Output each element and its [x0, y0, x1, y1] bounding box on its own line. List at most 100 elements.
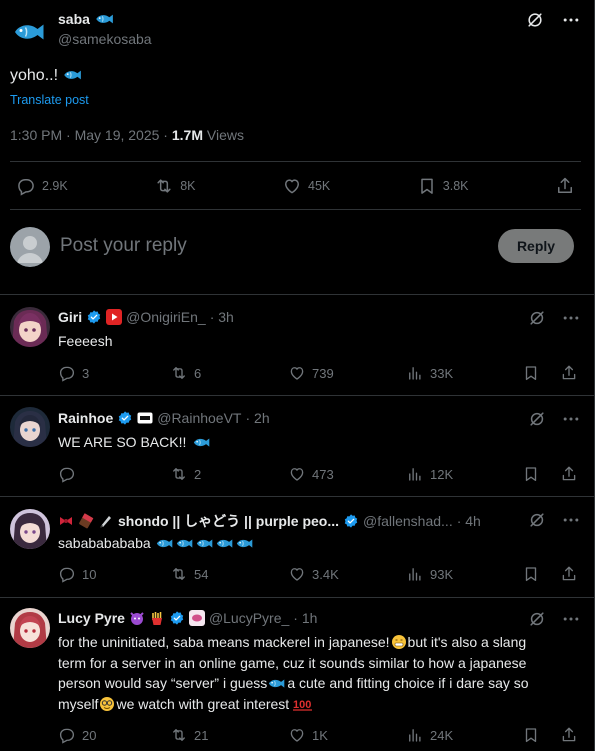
- reply-time[interactable]: · 2h: [246, 410, 270, 426]
- like-count: 45K: [308, 179, 331, 193]
- default-avatar-icon: [10, 227, 50, 267]
- reply-author-handle[interactable]: @OnigiriEn_: [126, 309, 206, 325]
- reply-item[interactable]: Rainhoe @RainhoeVT · 2h WE ARE SO BACK!!…: [0, 396, 595, 496]
- reply-author-name[interactable]: shondo || しゃどう || purple peo...: [118, 511, 339, 531]
- like-count: 1K: [312, 727, 328, 743]
- repost-button[interactable]: 21: [170, 726, 288, 744]
- more-icon[interactable]: [561, 10, 581, 30]
- avatar[interactable]: [10, 509, 50, 549]
- more-icon[interactable]: [561, 510, 581, 530]
- reply-time[interactable]: · 3h: [210, 309, 234, 325]
- share-icon[interactable]: [560, 465, 578, 483]
- reply-input[interactable]: Post your reply: [60, 235, 187, 257]
- views-icon: [406, 364, 424, 382]
- repost-count: 2: [194, 466, 202, 482]
- post-thread: saba @samekosaba yoho..! Translate post …: [0, 0, 595, 751]
- reply-author-handle[interactable]: @fallenshad...: [363, 513, 453, 529]
- reply-composer: Post your reply Reply: [0, 210, 595, 295]
- verified-badge-icon[interactable]: [86, 309, 102, 325]
- avatar[interactable]: [10, 407, 50, 447]
- like-button[interactable]: 45K: [282, 176, 330, 196]
- like-button[interactable]: 473: [288, 465, 406, 483]
- reply-text-content: sabababababa: [58, 535, 151, 551]
- bookmark-icon[interactable]: [522, 726, 540, 744]
- reply-item[interactable]: Lucy Pyre @LucyPyre_ · 1h for the uninit…: [0, 598, 595, 751]
- repost-count: 21: [194, 727, 209, 743]
- translate-link[interactable]: Translate post: [10, 93, 89, 107]
- reply-item[interactable]: shondo || しゃどう || purple peo... @fallens…: [0, 497, 595, 597]
- reply-button[interactable]: 2.9K: [16, 176, 68, 196]
- share-icon[interactable]: [560, 364, 578, 382]
- reply-header: Rainhoe @RainhoeVT · 2h: [58, 410, 270, 426]
- grok-icon[interactable]: [525, 10, 545, 30]
- share-icon: [555, 176, 575, 196]
- more-icon[interactable]: [561, 308, 581, 328]
- reply-time[interactable]: · 1h: [293, 610, 317, 626]
- fish-icon: [155, 537, 175, 550]
- share-button[interactable]: [555, 176, 575, 196]
- more-icon[interactable]: [561, 609, 581, 629]
- reply-submit-button[interactable]: Reply: [498, 229, 574, 263]
- post-text-content: yoho..!: [10, 67, 59, 84]
- author-name[interactable]: saba: [58, 11, 116, 27]
- svg-text:100: 100: [293, 699, 311, 711]
- bookmark-button[interactable]: 3.8K: [417, 176, 468, 196]
- ribbon-icon: [60, 517, 72, 525]
- like-button[interactable]: 1K: [288, 726, 406, 744]
- reply-text-line: but it's also a slang: [407, 634, 527, 650]
- reply-button[interactable]: [58, 465, 170, 483]
- share-icon[interactable]: [560, 726, 578, 744]
- fish-icon: [267, 677, 287, 690]
- verified-badge-icon[interactable]: [117, 410, 133, 426]
- repost-count: 8K: [180, 179, 196, 193]
- verified-badge-icon[interactable]: [343, 513, 359, 529]
- repost-button[interactable]: 8K: [154, 176, 196, 196]
- like-button[interactable]: 3.4K: [288, 565, 406, 583]
- reply-text-content: WE ARE SO BACK!!: [58, 434, 187, 450]
- reply-author-name[interactable]: Giri: [58, 309, 82, 325]
- reply-author-handle[interactable]: @RainhoeVT: [157, 410, 241, 426]
- heart-icon: [288, 726, 306, 744]
- reply-author-name[interactable]: Lucy Pyre: [58, 610, 125, 626]
- bookmark-icon[interactable]: [522, 565, 540, 583]
- avatar-image: [10, 509, 50, 549]
- bookmark-icon[interactable]: [522, 364, 540, 382]
- verified-badge-icon[interactable]: [169, 610, 185, 626]
- avatar[interactable]: [10, 307, 50, 347]
- share-icon[interactable]: [560, 565, 578, 583]
- affiliate-badge-icon: [137, 412, 153, 424]
- post-timestamp[interactable]: 1:30 PM · May 19, 2025 ·: [10, 127, 172, 143]
- avatar[interactable]: [10, 12, 50, 52]
- views-button[interactable]: 12K: [406, 465, 522, 483]
- avatar[interactable]: [10, 227, 50, 267]
- grok-icon[interactable]: [527, 409, 547, 429]
- reply-item[interactable]: Giri @OnigiriEn_ · 3h Feeeesh 3 6 739 33…: [0, 295, 595, 395]
- grok-icon[interactable]: [527, 510, 547, 530]
- reply-time[interactable]: · 4h: [457, 513, 481, 529]
- reply-button[interactable]: 3: [58, 364, 170, 382]
- author-handle[interactable]: @samekosaba: [58, 31, 152, 47]
- repost-button[interactable]: 6: [170, 364, 288, 382]
- bookmark-icon[interactable]: [522, 465, 540, 483]
- like-button[interactable]: 739: [288, 364, 406, 382]
- reply-author-handle[interactable]: @LucyPyre_: [209, 610, 289, 626]
- views-button[interactable]: 24K: [406, 726, 522, 744]
- repost-button[interactable]: 2: [170, 465, 288, 483]
- reply-button[interactable]: 20: [58, 726, 170, 744]
- repost-icon: [154, 176, 174, 196]
- avatar[interactable]: [10, 608, 50, 648]
- reply-author-name[interactable]: Rainhoe: [58, 410, 113, 426]
- views-button[interactable]: 33K: [406, 364, 522, 382]
- bookmark-icon: [417, 176, 437, 196]
- reply-action-bar: 3 6 739 33K: [58, 364, 578, 382]
- reply-button[interactable]: 10: [58, 565, 170, 583]
- avatar-image: [10, 407, 50, 447]
- grok-icon[interactable]: [527, 609, 547, 629]
- reply-action-bar: 2 473 12K: [58, 465, 578, 483]
- views-button[interactable]: 93K: [406, 565, 522, 583]
- repost-button[interactable]: 54: [170, 565, 288, 583]
- grok-icon[interactable]: [527, 308, 547, 328]
- reply-top-actions: [527, 510, 581, 530]
- more-icon[interactable]: [561, 409, 581, 429]
- nerd-emoji-icon: [100, 696, 115, 711]
